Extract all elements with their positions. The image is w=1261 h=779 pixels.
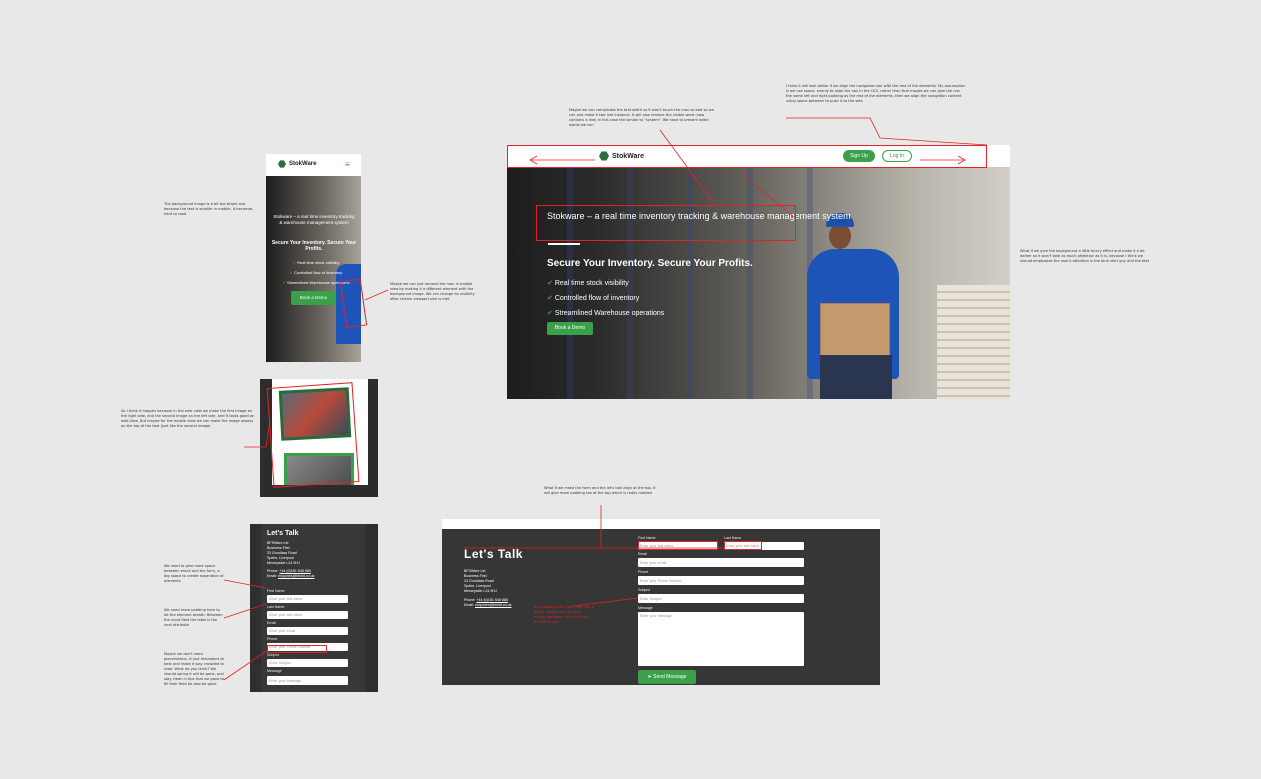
mobile-hero-title: Stokware – a real time inventory trackin… (273, 214, 355, 225)
contact-note: the address info might look like a block… (534, 605, 594, 624)
send-label: Send Message (653, 674, 687, 680)
check-icon: ✔ (282, 280, 286, 285)
desktop-contact-panel: Let's Talk BFSWare Ltd Business First 23… (442, 529, 880, 685)
last-name-field[interactable]: Enter your last name (267, 611, 348, 619)
mobile-contact-section: Let's Talk BFSWare Ltd Business First 23… (250, 524, 378, 692)
phone-link[interactable]: +44 (0)151 546 885 (279, 569, 310, 573)
subject-field[interactable]: Enter Subject (638, 594, 804, 603)
hero-headline: Secure Your Inventory. Secure Your Profi… (547, 258, 753, 269)
message-field-label: Message (638, 606, 653, 610)
title-note: Maybe we can complicate the text width s… (569, 108, 714, 127)
mobile-navbar: StokWare ≡ (266, 154, 361, 176)
gallery-note: So I think it happen because in the web … (121, 409, 255, 428)
contact-heading: Let's Talk (464, 547, 523, 561)
subject-field-label: Subject (267, 653, 279, 657)
placeholder-highlight (267, 645, 327, 653)
phone-label: Phone: (464, 598, 476, 602)
check-icon: ✔ (547, 310, 553, 317)
message-field-label: Message (267, 669, 282, 673)
phone-field-label: Phone (267, 637, 278, 641)
hamburger-menu-icon[interactable]: ≡ (345, 161, 350, 169)
check-icon: ✔ (292, 260, 296, 265)
message-field[interactable]: Enter your Message (638, 612, 804, 666)
man-pants (820, 355, 892, 399)
check-icon: ✔ (547, 280, 553, 287)
padding-note: We need more padding here to let the ele… (164, 608, 223, 627)
feature-text: Streamlined Warehouse operations (554, 310, 665, 317)
subject-field-label: Subject (638, 588, 650, 592)
feature-item: ✔ Streamlined Warehouse operations (547, 306, 664, 321)
first-name-highlight (638, 541, 718, 550)
email-field[interactable]: Enter your email (638, 558, 804, 567)
feature-item: ✔ Real time stock visibility (547, 276, 664, 291)
email-label: Email: (464, 603, 474, 607)
address-line: Merseyside L24 9HJ (464, 589, 497, 593)
mobile-address-block: BFSWare Ltd Business First 23 Goodlass R… (267, 541, 314, 579)
mobile-brand-logo[interactable]: StokWare (278, 160, 316, 168)
email-link[interactable]: enquiries@bfsltd.co.uk (278, 574, 314, 578)
address-line: Merseyside L24 9HJ (267, 561, 300, 565)
nav-highlight-box (507, 145, 987, 168)
feature-item: ✔ Controlled flow of inventory (547, 291, 664, 306)
email-field-label: Email (267, 621, 276, 625)
blur-note: What if we give the background a little … (1020, 249, 1150, 263)
phone-field-label: Phone (638, 570, 649, 574)
email-label: Email: (267, 574, 277, 578)
subject-field[interactable]: Enter Subject (267, 659, 348, 667)
mobile-hero: StokWare ≡ Stokware – a real time invent… (266, 154, 361, 362)
nav-note-line (786, 117, 988, 146)
email-field[interactable]: Enter your email (267, 627, 348, 635)
first-name-field[interactable]: Enter your first name (267, 595, 348, 603)
logo-hex-icon (278, 160, 286, 168)
feature-text: Controlled flow of inventory (554, 295, 640, 302)
first-name-label: First Name (638, 536, 656, 540)
email-link[interactable]: enquiries@bfsltd.co.uk (475, 603, 511, 607)
desktop-hero: StokWare Sign Up Log In Stokware – a rea… (507, 145, 1010, 399)
address-block: BFSWare Ltd Business First 23 Goodlass R… (464, 569, 511, 608)
placeholder-note: Maybe we don't need placeholders. It jus… (164, 652, 224, 686)
mobile-hero-headline: Secure Your Inventory. Secure Your Profi… (271, 240, 357, 252)
email-field-label: Email (638, 552, 647, 556)
feature-item: ✔ Controlled flow of inventory (272, 268, 360, 278)
message-field[interactable]: Enter your Message (267, 676, 348, 685)
send-message-button[interactable]: ➤ Send Message (638, 670, 696, 684)
form-note: What if we make the form and the let's t… (544, 486, 656, 495)
phone-label: Phone: (267, 569, 279, 573)
mobile-man-note: Maybe we can just remove the man in mobi… (390, 282, 475, 301)
cardboard-box (820, 303, 890, 361)
stacked-boxes (937, 285, 1010, 399)
gallery-highlight (266, 382, 360, 488)
feature-item: ✔ Real time stock visibility (272, 258, 360, 268)
mobile-book-demo-button[interactable]: Book a Demo (291, 291, 336, 305)
spacing-note: We need to give more space between email… (164, 564, 224, 583)
nav-note: I think it will look better if we align … (786, 84, 966, 103)
check-icon: ✔ (547, 295, 553, 302)
send-icon: ➤ (647, 674, 652, 680)
mobile-contact-heading: Let's Talk (267, 530, 299, 537)
last-name-highlight (724, 541, 762, 550)
last-name-label: Last Name (267, 605, 285, 609)
feature-text: Controlled flow of inventory (294, 270, 343, 275)
first-name-label: First Name (267, 589, 285, 593)
feature-list: ✔ Real time stock visibility ✔ Controlle… (547, 276, 664, 321)
mobile-man-line (364, 289, 389, 301)
title-divider (548, 243, 580, 245)
book-demo-button[interactable]: Book a Demo (547, 322, 593, 335)
last-name-label: Last Name (724, 536, 742, 540)
mobile-bg-note: The background image is a bit too bright… (164, 202, 253, 216)
mobile-contact-panel: Let's Talk BFSWare Ltd Business First 23… (261, 524, 365, 692)
feature-text: Real time stock visibility (554, 280, 629, 287)
phone-field[interactable]: Enter your Phone Number (638, 576, 804, 585)
feature-text: Real time stock visibility (297, 260, 340, 265)
phone-link[interactable]: +44 (0)151 546 885 (476, 598, 507, 602)
title-highlight-box (536, 205, 796, 241)
check-icon: ✔ (289, 270, 293, 275)
brand-name: StokWare (289, 161, 317, 167)
